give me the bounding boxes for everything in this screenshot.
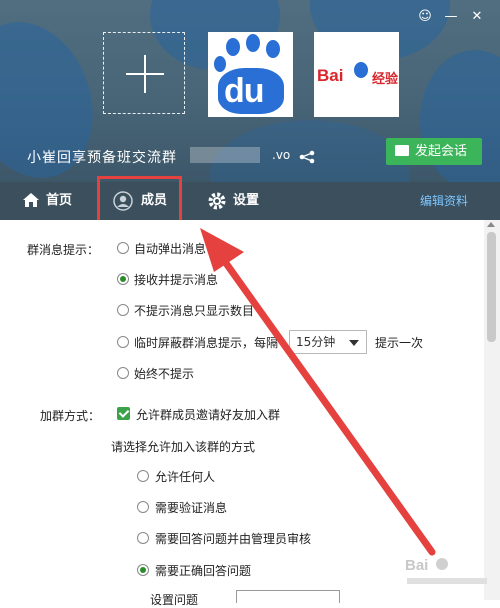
share-icon[interactable] bbox=[298, 150, 316, 164]
tab-home[interactable]: 首页 bbox=[20, 182, 72, 220]
tab-settings[interactable]: 设置 bbox=[207, 182, 259, 220]
tab-home-label: 首页 bbox=[46, 193, 73, 208]
watermark-logo: Bai bbox=[405, 557, 487, 584]
interval-suffix: 提示一次 bbox=[375, 336, 424, 350]
opt-never-notify-label: 始终不提示 bbox=[134, 367, 195, 381]
scrollbar-thumb[interactable] bbox=[487, 232, 496, 342]
close-icon[interactable]: ✕ bbox=[468, 8, 486, 26]
radio-temp-block[interactable] bbox=[117, 336, 129, 348]
opt-need-verify-label: 需要验证消息 bbox=[155, 501, 228, 515]
members-tab-highlight bbox=[97, 176, 182, 226]
chat-icon bbox=[395, 145, 409, 156]
join-prompt: 请选择允许加入该群的方式 bbox=[111, 440, 256, 454]
group-name: 小崔回享预备班交流群 bbox=[27, 150, 177, 166]
group-photo-2[interactable]: Bai 经验 bbox=[314, 32, 399, 117]
join-method-label: 加群方式： bbox=[40, 409, 101, 423]
opt-answer-admin-label: 需要回答问题并由管理员审核 bbox=[155, 532, 312, 546]
baidu-logo-text: Bai bbox=[317, 66, 344, 85]
skin-icon[interactable]: ☺ bbox=[416, 8, 434, 26]
interval-select[interactable]: 15分钟 bbox=[289, 330, 367, 354]
radio-auto-popup[interactable] bbox=[117, 242, 129, 254]
opt-temp-block-label: 临时屏蔽群消息提示，每隔 bbox=[134, 336, 279, 350]
question-input[interactable] bbox=[236, 590, 340, 603]
radio-answer-correct[interactable] bbox=[137, 564, 149, 576]
svg-text:Bai: Bai bbox=[405, 557, 428, 574]
tab-settings-label: 设置 bbox=[233, 193, 260, 208]
opt-receive-notify-label: 接收并提示消息 bbox=[134, 273, 219, 287]
scroll-up-icon[interactable] bbox=[487, 222, 495, 227]
opt-allow-anyone-label: 允许任何人 bbox=[155, 470, 216, 484]
msg-setting-label: 群消息提示： bbox=[27, 243, 100, 257]
minimize-icon[interactable]: — bbox=[442, 8, 460, 26]
radio-count-only[interactable] bbox=[117, 304, 129, 316]
group-id-blurred bbox=[190, 147, 260, 163]
edit-profile-link[interactable]: 编辑资料 bbox=[420, 182, 468, 220]
photo1-text: du bbox=[224, 72, 265, 110]
interval-value: 15分钟 bbox=[296, 335, 336, 349]
radio-answer-admin[interactable] bbox=[137, 532, 149, 544]
add-photo-button[interactable] bbox=[103, 32, 185, 114]
opt-auto-popup-label: 自动弹出消息 bbox=[134, 242, 207, 256]
group-header-banner: ☺ — ✕ du Bai 经验 小崔回享预备班交流群 .vo 发起会话 bbox=[0, 0, 500, 182]
chevron-down-icon bbox=[349, 340, 359, 346]
group-photo-1[interactable]: du bbox=[208, 32, 293, 117]
tab-bar: 首页 成员 设置 编辑资料 bbox=[0, 182, 500, 220]
radio-need-verify[interactable] bbox=[137, 501, 149, 513]
allow-invite-checkbox[interactable] bbox=[117, 407, 130, 420]
opt-answer-correct-label: 需要正确回答问题 bbox=[155, 564, 252, 578]
gear-icon bbox=[208, 192, 226, 210]
opt-count-only-label: 不提示消息只显示数目 bbox=[134, 304, 255, 318]
home-icon bbox=[23, 193, 39, 207]
radio-never-notify[interactable] bbox=[117, 367, 129, 379]
radio-allow-anyone[interactable] bbox=[137, 470, 149, 482]
group-id-suffix: .vo bbox=[272, 148, 291, 162]
allow-invite-label: 允许群成员邀请好友加入群 bbox=[136, 408, 281, 422]
start-chat-label: 发起会话 bbox=[415, 144, 468, 159]
radio-receive-notify[interactable] bbox=[117, 273, 129, 285]
start-chat-button[interactable]: 发起会话 bbox=[386, 138, 482, 165]
jingyan-logo-text: 经验 bbox=[372, 71, 399, 86]
